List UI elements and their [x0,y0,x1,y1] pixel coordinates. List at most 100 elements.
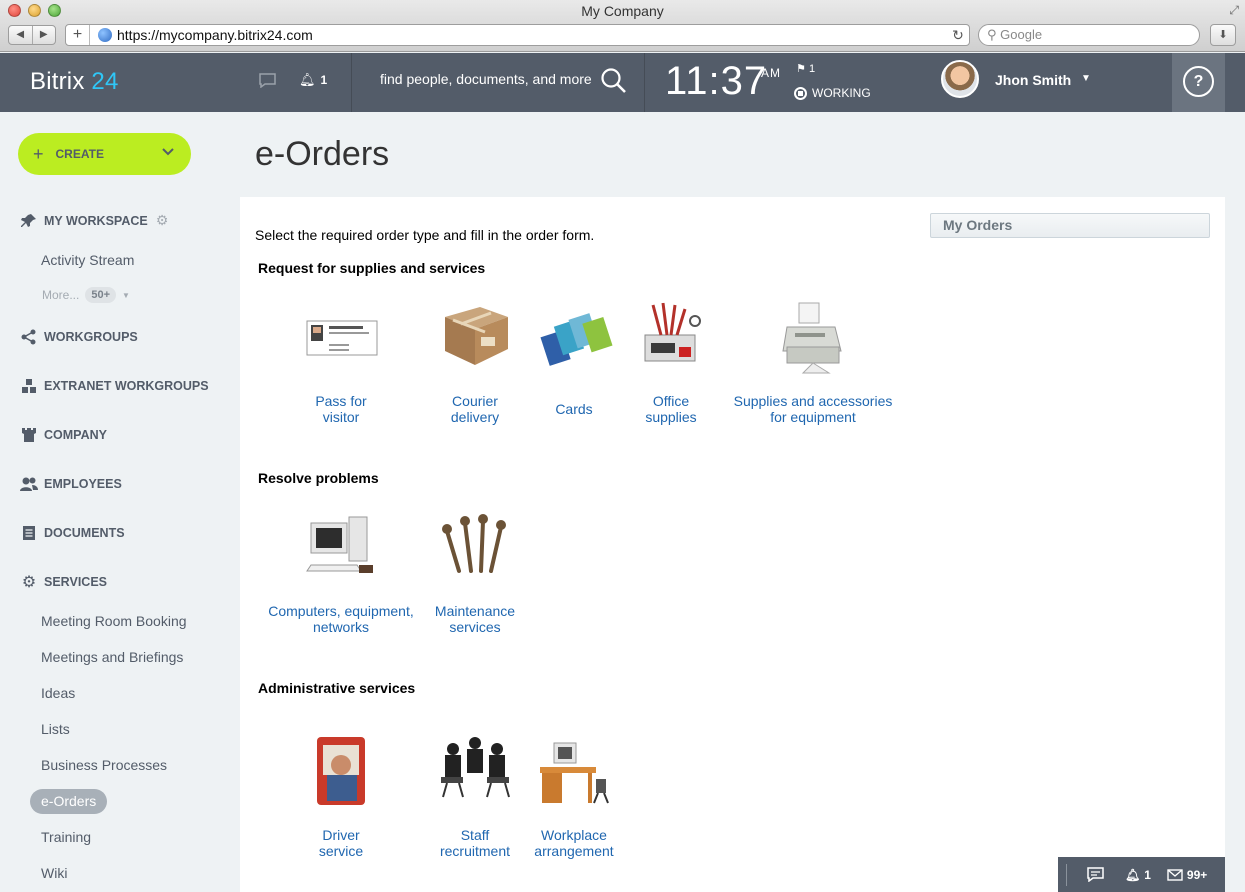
sidebar-item-e-orders[interactable]: e-Orders [30,789,108,814]
tasks-count: 1 [808,63,816,75]
stop-icon [794,86,807,100]
fullscreen-icon[interactable]: ⤢ [1229,3,1239,18]
chevron-down-icon[interactable]: ▼ [1081,73,1091,84]
header-search-input[interactable]: find people, documents, and more [380,71,592,87]
add-bookmark-button[interactable]: + [66,25,90,45]
help-button[interactable]: ? [1183,66,1214,97]
my-orders-button[interactable]: My Orders [930,213,1210,238]
header-divider [644,53,645,112]
printer-icon [773,297,853,377]
document-icon [20,525,38,541]
browser-chrome: My Company ⤢ ◀ ▶ + https://mycompany.bit… [0,0,1245,52]
bottom-messages-button[interactable]: 99+ [1167,868,1207,882]
order-label-2: arrangement [534,843,614,859]
sidebar-section-workgroups[interactable]: WORKGROUPS [20,329,138,345]
chevron-down-icon [162,145,174,159]
order-label: Staff [460,827,490,843]
bottom-messages-count: 99+ [1186,867,1208,882]
sidebar-item-business-processes[interactable]: Business Processes [41,757,167,773]
browser-search-placeholder: Google [1000,27,1043,42]
create-button[interactable]: + CREATE [18,133,191,175]
sidebar-item-ideas[interactable]: Ideas [41,685,75,701]
user-name[interactable]: Jhon Smith [995,72,1071,88]
flag-icon: ⚑ [796,63,806,75]
office-supplies-icon [631,297,711,377]
back-button[interactable]: ◀ [9,26,32,44]
order-label: Supplies and accessories [733,393,893,409]
order-label: Pass for [315,393,367,409]
work-status-label: WORKING [812,86,871,100]
order-label-2: services [449,619,501,635]
globe-icon [98,28,112,42]
search-icon[interactable] [600,67,627,99]
header-divider [351,53,352,112]
sidebar-item-wiki[interactable]: Wiki [41,865,67,881]
order-maintenance-services[interactable]: Maintenance services [390,507,560,635]
sidebar-section-services[interactable]: ⚙ SERVICES [20,574,107,591]
sidebar-section-company[interactable]: COMPANY [20,427,107,443]
sidebar-section-employees[interactable]: EMPLOYEES [20,476,122,492]
help-panel: ? [1172,53,1225,112]
order-workplace-arrangement[interactable]: Workplace arrangement [489,731,659,859]
nav-buttons: ◀ ▶ [8,25,56,45]
logo-text: Bitrix [30,68,85,95]
sidebar-section-label: DOCUMENTS [44,526,125,540]
wrenches-icon [435,507,515,587]
chat-icon[interactable] [259,73,276,92]
group-title-supplies: Request for supplies and services [258,260,486,276]
sidebar-section-label: MY WORKSPACE [44,213,148,228]
sidebar-section-label: EMPLOYEES [44,477,122,491]
castle-icon [20,427,38,443]
create-label: CREATE [55,147,104,161]
browser-search-input[interactable]: ⚲ Google [978,24,1200,46]
logo[interactable]: Bitrix 24 [30,68,119,96]
address-bar[interactable]: + https://mycompany.bitrix24.com ↻ [65,24,970,46]
order-label: Workplace [541,827,607,843]
sidebar-item-training[interactable]: Training [41,829,91,845]
sidebar-item-meetings-briefings[interactable]: Meetings and Briefings [41,649,183,665]
order-label: Office [652,393,690,409]
work-status[interactable]: WORKING [794,86,871,100]
chat-icon [1087,867,1104,882]
chevron-down-icon: ▼ [122,290,130,300]
forward-button[interactable]: ▶ [31,26,56,44]
share-icon [20,329,38,345]
sidebar-section-documents[interactable]: DOCUMENTS [20,525,125,541]
avatar[interactable] [941,60,979,98]
bell-icon: 🔔︎ [299,72,316,87]
sidebar-section-label: COMPANY [44,428,107,442]
window-title: My Company [581,3,664,19]
driver-icon [301,731,381,811]
group-title-resolve-problems: Resolve problems [258,470,379,486]
order-label: Maintenance [434,603,516,619]
sidebar-more[interactable]: More... 50+ ▼ [42,287,130,303]
tasks-flag[interactable]: ⚑ 1 [796,62,815,75]
downloads-button[interactable]: ⬇ [1210,24,1236,46]
page-title: e-Orders [255,135,390,173]
gear-icon[interactable]: ⚙ [156,212,169,229]
business-card-icon [301,297,381,377]
logo-number: 24 [91,68,119,95]
bottom-divider [1066,863,1067,886]
order-supplies-accessories[interactable]: Supplies and accessories for equipment [728,297,898,425]
plus-icon: + [33,143,44,164]
more-count-badge: 50+ [85,287,117,303]
bottom-notifications-button[interactable]: 🔔︎ 1 [1125,868,1151,882]
sidebar-item-lists[interactable]: Lists [41,721,70,737]
url-text[interactable]: https://mycompany.bitrix24.com [117,27,947,43]
notifications-button[interactable]: 🔔︎ 1 [299,72,327,88]
sidebar-section-extranet[interactable]: EXTRANET WORKGROUPS [20,378,209,394]
sidebar-item-activity-stream[interactable]: Activity Stream [41,252,134,268]
more-label: More... [42,288,80,302]
content-panel: Select the required order type and fill … [240,197,1225,892]
bell-icon: 🔔︎ [1125,867,1141,882]
clock[interactable]: 11:37 AM [665,59,780,104]
sidebar-section-workspace[interactable]: MY WORKSPACE ⚙ [20,212,168,229]
notifications-count: 1 [320,73,328,87]
bottom-chat-button[interactable] [1087,867,1104,882]
group-title-administrative: Administrative services [258,680,416,696]
reload-icon[interactable]: ↻ [947,27,969,44]
users-icon [20,476,38,492]
sidebar-item-meeting-room-booking[interactable]: Meeting Room Booking [41,613,187,629]
order-label: Driver [322,827,360,843]
